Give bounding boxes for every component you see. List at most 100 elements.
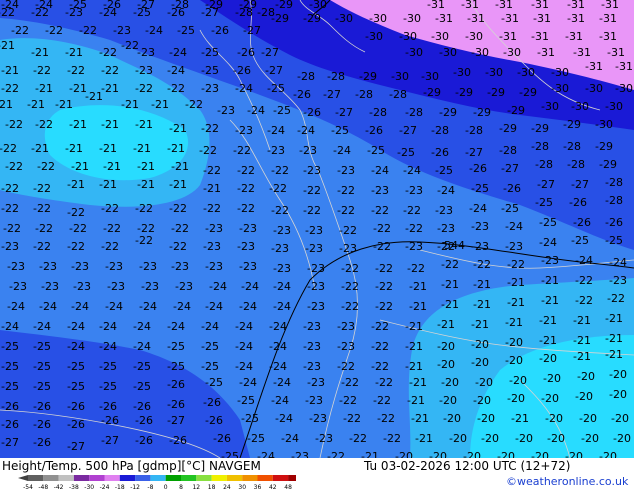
temperature-label: -21 — [35, 82, 53, 95]
temperature-label: -27 — [167, 414, 185, 427]
temperature-label: -26 — [303, 106, 321, 119]
temperature-label: -23 — [305, 242, 323, 255]
legend-tick: 8 — [179, 484, 183, 490]
footer: Height/Temp. 500 hPa [gdmp][°C] NAVGEM T… — [0, 458, 634, 490]
temperature-label: -26 — [167, 378, 185, 391]
temperature-label: -25 — [67, 380, 85, 393]
temperature-label: -21 — [409, 376, 427, 389]
temperature-label: -21 — [103, 160, 121, 173]
temperature-label: -25 — [99, 360, 117, 373]
temperature-label: -22 — [377, 412, 395, 425]
temperature-label: -23 — [291, 450, 309, 458]
temperature-label: -22 — [237, 182, 255, 195]
temperature-label: -20 — [439, 394, 457, 407]
temperature-label: -21 — [573, 350, 591, 363]
temperature-label: -21 — [65, 46, 83, 59]
legend-tick: -12 — [130, 484, 140, 490]
temperature-label: -26 — [1, 418, 19, 431]
temperature-label: -31 — [567, 12, 585, 25]
temperature-label: -26 — [203, 396, 221, 409]
temperature-label: -23 — [107, 280, 125, 293]
temperature-label: -21 — [405, 340, 423, 353]
temperature-label: -21 — [437, 318, 455, 331]
legend-tick: -30 — [84, 484, 94, 490]
temperature-label: -29 — [599, 158, 617, 171]
temperature-label: -20 — [613, 432, 631, 445]
temperature-label: -22 — [185, 98, 203, 111]
temperature-label: -24 — [205, 300, 223, 313]
temperature-label: -20 — [579, 412, 597, 425]
temperature-label: -22 — [473, 258, 491, 271]
temperature-label: -25 — [1, 380, 19, 393]
temperature-label: -25 — [435, 164, 453, 177]
temperature-label: -24 — [371, 164, 389, 177]
temperature-label: -22 — [373, 222, 391, 235]
temperature-label: -22 — [341, 376, 359, 389]
temperature-label: -20 — [471, 338, 489, 351]
legend-swatch — [165, 475, 181, 481]
temperature-label: -24 — [273, 280, 291, 293]
temperature-label: -23 — [309, 412, 327, 425]
temperature-label: -21 — [573, 334, 591, 347]
temperature-label: -24 — [139, 300, 157, 313]
temperature-label: -26 — [469, 162, 487, 175]
legend-swatch — [119, 475, 136, 481]
temperature-label: -21 — [541, 294, 559, 307]
temperature-label: -30 — [369, 12, 387, 25]
temperature-label: -21 — [0, 39, 15, 52]
temperature-label: -23 — [267, 144, 285, 157]
legend-swatch — [257, 475, 273, 481]
temperature-label: -25 — [221, 450, 239, 458]
temperature-label: -22 — [383, 432, 401, 445]
temperature-label: -23 — [299, 144, 317, 157]
temperature-label: -20 — [509, 374, 527, 387]
temperature-label: -29 — [423, 86, 441, 99]
temperature-label: -31 — [533, 12, 551, 25]
legend-swatch — [28, 475, 44, 481]
temperature-label: -27 — [323, 88, 341, 101]
legend-swatch — [89, 475, 105, 481]
temperature-label: -21 — [137, 178, 155, 191]
temperature-label: -23 — [405, 184, 423, 197]
temperature-label: -30 — [551, 66, 569, 79]
temperature-label: -25 — [247, 432, 265, 445]
temperature-label: -21 — [85, 90, 103, 103]
temperature-label: -26 — [573, 216, 591, 229]
temperature-label: -22 — [327, 450, 345, 458]
temperature-label: -22 — [135, 234, 153, 247]
temperature-label: -26 — [233, 64, 251, 77]
temperature-label: -26 — [213, 432, 231, 445]
temperature-label: -21 — [133, 142, 151, 155]
temperature-label: -21 — [65, 142, 83, 155]
temperature-label: -24 — [99, 340, 117, 353]
temperature-label: -22 — [33, 182, 51, 195]
temperature-label: -23 — [141, 280, 159, 293]
temperature-label: -21 — [411, 412, 429, 425]
temperature-label: -29 — [595, 140, 613, 153]
temperature-label: -21 — [409, 300, 427, 313]
legend-tick: 48 — [284, 484, 292, 490]
temperature-label: -23 — [371, 184, 389, 197]
temperature-label: -24 — [269, 360, 287, 373]
temperature-label: -25 — [167, 340, 185, 353]
temperature-label: -22 — [403, 204, 421, 217]
credit-link[interactable]: ©weatheronline.co.uk — [506, 475, 628, 488]
temperature-label: -22 — [5, 160, 23, 173]
temperature-label: -21 — [441, 298, 459, 311]
temperature-label: -29 — [519, 86, 537, 99]
temperature-label: -20 — [515, 432, 533, 445]
temperature-label: -25 — [397, 146, 415, 159]
temperature-label: -29 — [563, 118, 581, 131]
temperature-label: -22 — [339, 394, 357, 407]
temperature-label: -23 — [271, 242, 289, 255]
temperature-label: -22 — [371, 204, 389, 217]
temperature-label: -29 — [473, 106, 491, 119]
temperature-label: -26 — [167, 398, 185, 411]
legend-tick: -48 — [38, 484, 48, 490]
legend-tick: -18 — [115, 484, 125, 490]
temperature-label: -24 — [39, 300, 57, 313]
temperature-label: -21 — [507, 296, 525, 309]
temperature-label: -23 — [113, 24, 131, 37]
temperature-label: -22 — [405, 222, 423, 235]
temperature-label: -21 — [31, 142, 49, 155]
